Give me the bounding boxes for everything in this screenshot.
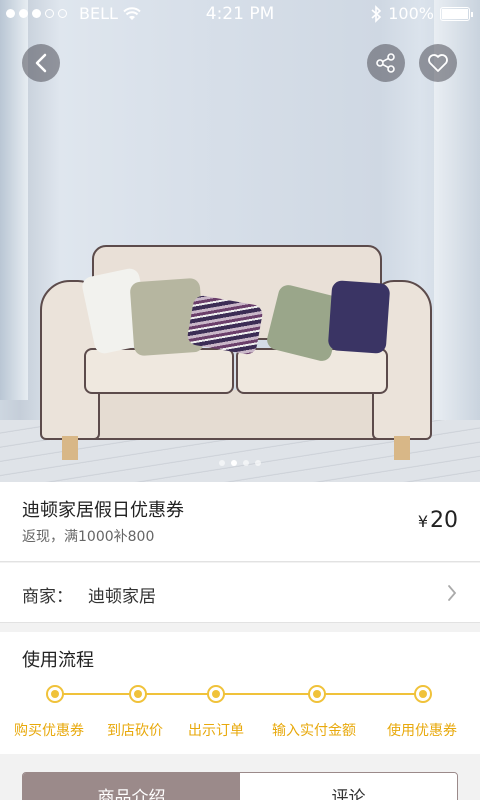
product-info: 迪顿家居假日优惠券 返现，满1000补800 ¥20 [0,482,480,562]
step-node-icon [308,685,326,703]
heart-icon [428,54,448,72]
back-icon [35,53,47,73]
step-node-icon [129,685,147,703]
tab-reviews[interactable]: 评论 [240,773,457,800]
sofa-leg-right [394,436,410,460]
step-label: 输入实付金额 [272,723,356,739]
favorite-button[interactable] [419,44,457,82]
pager-dot-active[interactable] [231,460,237,466]
pillow-purple [327,280,391,354]
bluetooth-icon [371,4,382,23]
flow-title: 使用流程 [22,650,94,671]
battery-icon [440,6,473,21]
price-currency: ¥ [417,512,428,531]
share-button[interactable] [367,44,405,82]
product-title: 迪顿家居假日优惠券 [22,500,184,521]
image-pager[interactable] [0,460,480,466]
usage-flow: 使用流程 购买优惠券 到店砍价 出示订单 输入实付金额 使用优惠券 [0,632,480,754]
product-hero-image[interactable] [0,0,480,482]
product-subtitle: 返现，满1000补800 [22,529,155,545]
step-node-icon [207,685,225,703]
detail-tabs: 商品介绍 评论 [22,772,458,800]
battery-percent: 100% [388,4,434,23]
sofa-seat-left [84,348,234,394]
chevron-right-icon [448,585,457,601]
step-node-icon [414,685,432,703]
pager-dot[interactable] [243,460,249,466]
step-label: 购买优惠券 [14,723,84,739]
price-value: 20 [430,508,458,533]
back-button[interactable] [22,44,60,82]
share-icon [376,53,395,73]
sofa-leg-left [62,436,78,460]
sofa-photo [40,240,432,460]
step-label: 使用优惠券 [387,723,457,739]
pager-dot[interactable] [219,460,225,466]
tab-product-intro[interactable]: 商品介绍 [23,773,240,800]
merchant-name: 迪顿家居 [88,587,156,607]
step-label: 出示订单 [188,723,244,739]
pager-dot[interactable] [255,460,261,466]
status-right: 100% [370,4,473,23]
product-price: ¥20 [418,508,458,533]
status-bar: BELL 4:21 PM 100% [0,0,480,28]
merchant-label: 商家： [22,587,73,607]
step-label: 到店砍价 [107,723,163,739]
sofa-base [80,390,392,440]
flow-line [55,693,425,695]
step-node-icon [46,685,64,703]
merchant-row[interactable]: 商家： 迪顿家居 [0,563,480,623]
